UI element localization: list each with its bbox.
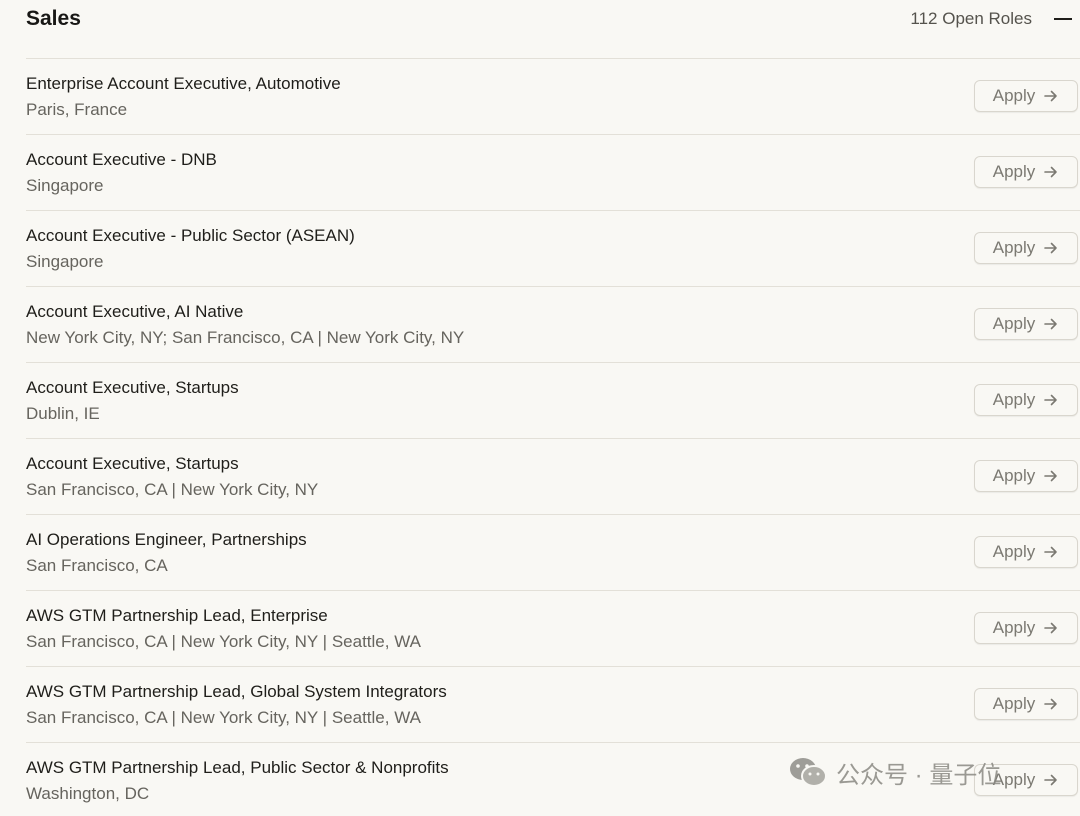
apply-button[interactable]: Apply bbox=[974, 688, 1078, 720]
role-title[interactable]: AWS GTM Partnership Lead, Public Sector … bbox=[26, 757, 449, 779]
role-title[interactable]: AWS GTM Partnership Lead, Global System … bbox=[26, 681, 447, 703]
apply-button-label: Apply bbox=[992, 694, 1036, 713]
apply-button-label: Apply bbox=[992, 162, 1036, 181]
role-row: Account Executive, AI Native New York Ci… bbox=[26, 286, 1080, 362]
apply-button-label: Apply bbox=[992, 618, 1036, 637]
role-location: Singapore bbox=[26, 252, 104, 271]
apply-button[interactable]: Apply bbox=[974, 308, 1078, 340]
apply-button-label: Apply bbox=[992, 314, 1036, 333]
apply-button-label: Apply bbox=[992, 542, 1036, 561]
role-row: Enterprise Account Executive, Automotive… bbox=[26, 58, 1080, 134]
apply-button-label: Apply bbox=[992, 466, 1036, 485]
role-location: Paris, France bbox=[26, 100, 128, 119]
apply-button[interactable]: Apply bbox=[974, 460, 1078, 492]
arrow-right-icon bbox=[1044, 394, 1058, 406]
role-title[interactable]: Account Executive - Public Sector (ASEAN… bbox=[26, 225, 355, 247]
role-title[interactable]: Account Executive, Startups bbox=[26, 453, 239, 475]
role-location: Dublin, IE bbox=[26, 404, 100, 423]
apply-button-label: Apply bbox=[992, 390, 1036, 409]
apply-button-label: Apply bbox=[992, 770, 1036, 789]
role-title[interactable]: Account Executive - DNB bbox=[26, 149, 217, 171]
arrow-right-icon bbox=[1044, 90, 1058, 102]
arrow-right-icon bbox=[1044, 546, 1058, 558]
apply-button[interactable]: Apply bbox=[974, 764, 1078, 796]
apply-button[interactable]: Apply bbox=[974, 156, 1078, 188]
role-title[interactable]: AI Operations Engineer, Partnerships bbox=[26, 529, 307, 551]
apply-button[interactable]: Apply bbox=[974, 80, 1078, 112]
apply-button[interactable]: Apply bbox=[974, 612, 1078, 644]
role-location: San Francisco, CA bbox=[26, 556, 168, 575]
role-row: AWS GTM Partnership Lead, Public Sector … bbox=[26, 742, 1080, 816]
arrow-right-icon bbox=[1044, 698, 1058, 710]
role-location: San Francisco, CA | New York City, NY bbox=[26, 480, 319, 499]
apply-button[interactable]: Apply bbox=[974, 232, 1078, 264]
role-title[interactable]: AWS GTM Partnership Lead, Enterprise bbox=[26, 605, 328, 627]
section-title: Sales bbox=[26, 7, 81, 30]
arrow-right-icon bbox=[1044, 470, 1058, 482]
apply-button[interactable]: Apply bbox=[974, 384, 1078, 416]
role-title[interactable]: Account Executive, AI Native bbox=[26, 301, 243, 323]
role-row: AWS GTM Partnership Lead, Global System … bbox=[26, 666, 1080, 742]
role-row: Account Executive - DNB Singapore Apply bbox=[26, 134, 1080, 210]
role-row: Account Executive - Public Sector (ASEAN… bbox=[26, 210, 1080, 286]
careers-page: Sales 112 Open Roles Enterprise Account … bbox=[0, 0, 1080, 816]
arrow-right-icon bbox=[1044, 318, 1058, 330]
role-title[interactable]: Account Executive, Startups bbox=[26, 377, 239, 399]
apply-button[interactable]: Apply bbox=[974, 536, 1078, 568]
role-location: San Francisco, CA | New York City, NY | … bbox=[26, 632, 421, 651]
role-location: Washington, DC bbox=[26, 784, 150, 803]
arrow-right-icon bbox=[1044, 622, 1058, 634]
role-title[interactable]: Enterprise Account Executive, Automotive bbox=[26, 73, 341, 95]
role-row: AI Operations Engineer, Partnerships San… bbox=[26, 514, 1080, 590]
section-header: Sales 112 Open Roles bbox=[0, 0, 1080, 58]
minus-icon[interactable] bbox=[1054, 10, 1072, 28]
arrow-right-icon bbox=[1044, 166, 1058, 178]
role-row: Account Executive, Startups San Francisc… bbox=[26, 438, 1080, 514]
role-location: Singapore bbox=[26, 176, 104, 195]
apply-button-label: Apply bbox=[992, 238, 1036, 257]
role-list: Enterprise Account Executive, Automotive… bbox=[26, 58, 1080, 816]
arrow-right-icon bbox=[1044, 774, 1058, 786]
role-row: Account Executive, Startups Dublin, IE A… bbox=[26, 362, 1080, 438]
role-location: San Francisco, CA | New York City, NY | … bbox=[26, 708, 421, 727]
arrow-right-icon bbox=[1044, 242, 1058, 254]
open-roles-count: 112 Open Roles bbox=[910, 9, 1032, 28]
role-row: AWS GTM Partnership Lead, Enterprise San… bbox=[26, 590, 1080, 666]
role-location: New York City, NY; San Francisco, CA | N… bbox=[26, 328, 465, 347]
apply-button-label: Apply bbox=[992, 86, 1036, 105]
